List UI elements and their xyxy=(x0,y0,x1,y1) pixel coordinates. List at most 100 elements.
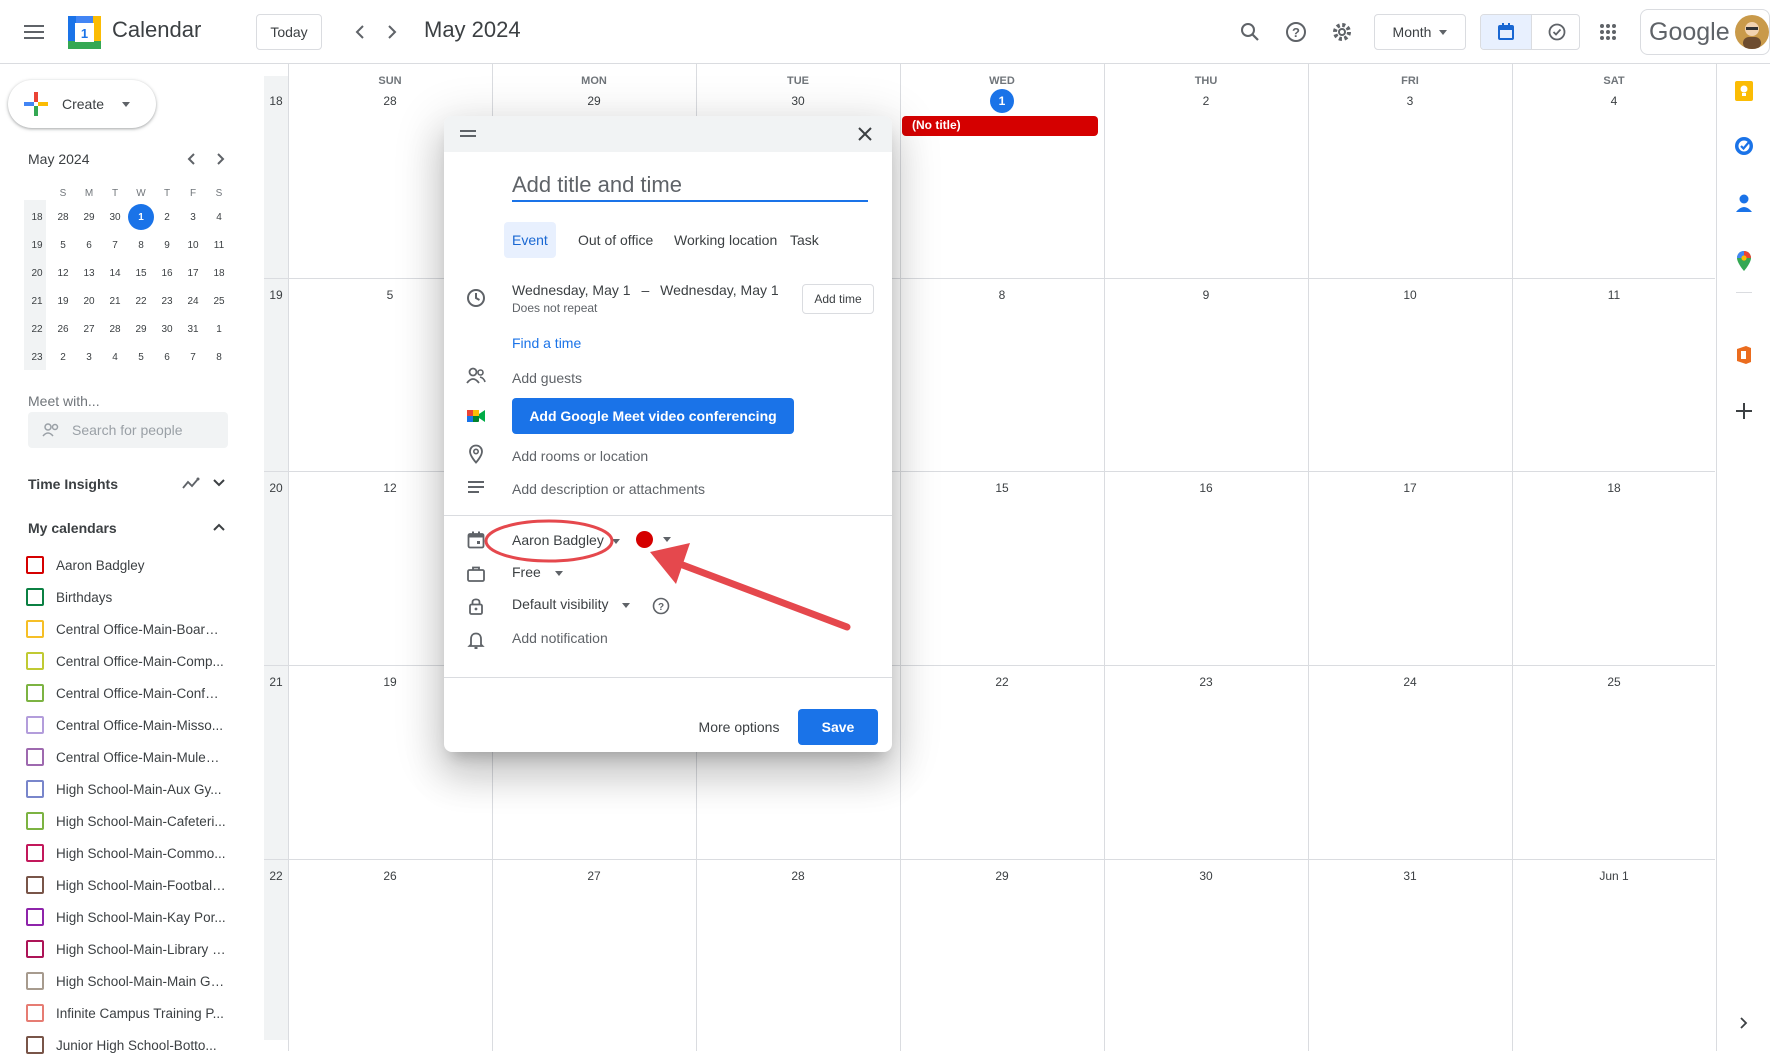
mini-day[interactable]: 3 xyxy=(180,204,206,230)
day-number[interactable]: 30 xyxy=(1104,869,1308,883)
save-button[interactable]: Save xyxy=(798,709,878,745)
help-icon[interactable]: ? xyxy=(1282,18,1310,46)
date-end[interactable]: Wednesday, May 1 xyxy=(660,282,779,298)
office-addon-icon[interactable] xyxy=(1733,344,1755,366)
prev-period-icon[interactable] xyxy=(346,18,374,46)
mini-day[interactable]: 28 xyxy=(102,316,128,342)
week-number[interactable]: 20 xyxy=(264,481,288,495)
mini-week-number[interactable]: 21 xyxy=(24,288,50,314)
calendar-checkbox[interactable] xyxy=(26,716,44,734)
day-number[interactable]: 18 xyxy=(1512,481,1716,495)
day-number-today[interactable]: 1 xyxy=(900,89,1104,113)
calendar-list-item[interactable]: High School-Main-Cafeteri... xyxy=(26,807,226,835)
title-input[interactable] xyxy=(512,170,868,202)
date-range[interactable]: Wednesday, May 1 – Wednesday, May 1 xyxy=(512,282,779,298)
event-chip[interactable]: (No title) xyxy=(902,116,1098,136)
calendar-list-item[interactable]: Birthdays xyxy=(26,583,226,611)
mini-day[interactable]: 2 xyxy=(50,344,76,370)
mini-day[interactable]: 17 xyxy=(180,260,206,286)
day-number[interactable]: 25 xyxy=(1512,675,1716,689)
next-period-icon[interactable] xyxy=(378,18,406,46)
calendar-owner-select[interactable]: Aaron Badgley xyxy=(512,532,620,548)
search-icon[interactable] xyxy=(1236,18,1264,46)
mini-day[interactable]: 18 xyxy=(206,260,232,286)
visibility-help-icon[interactable]: ? xyxy=(652,597,670,615)
mini-week-number[interactable]: 23 xyxy=(24,344,50,370)
calendar-list-item[interactable]: Central Office-Main-Comp... xyxy=(26,647,226,675)
tasks-view-icon[interactable] xyxy=(1531,15,1581,49)
week-number[interactable]: 18 xyxy=(264,94,288,108)
mini-day[interactable]: 4 xyxy=(102,344,128,370)
calendar-list-item[interactable]: Central Office-Main-Board ... xyxy=(26,615,226,643)
tab-task[interactable]: Task xyxy=(782,222,827,258)
day-number[interactable]: 3 xyxy=(1308,94,1512,108)
mini-prev-icon[interactable] xyxy=(180,148,202,170)
day-number[interactable]: 28 xyxy=(288,94,492,108)
view-select[interactable]: Month xyxy=(1374,14,1466,50)
calendar-logo-icon[interactable]: 1 xyxy=(68,16,101,49)
calendar-list-item[interactable]: High School-Main-Aux Gy... xyxy=(26,775,226,803)
day-number[interactable]: 23 xyxy=(1104,675,1308,689)
add-addon-plus-icon[interactable] xyxy=(1733,400,1755,422)
day-number[interactable]: 17 xyxy=(1308,481,1512,495)
day-number[interactable]: 24 xyxy=(1308,675,1512,689)
calendar-list-item[interactable]: Infinite Campus Training P... xyxy=(26,999,226,1027)
calendar-checkbox[interactable] xyxy=(26,940,44,958)
main-menu-icon[interactable] xyxy=(22,20,46,44)
mini-day[interactable]: 8 xyxy=(206,344,232,370)
mini-day[interactable]: 27 xyxy=(76,316,102,342)
add-description-field[interactable]: Add description or attachments xyxy=(512,481,705,497)
dialog-drag-bar[interactable] xyxy=(444,116,892,152)
mini-day[interactable]: 8 xyxy=(128,232,154,258)
mini-day[interactable]: 30 xyxy=(154,316,180,342)
mini-day[interactable]: 7 xyxy=(102,232,128,258)
mini-day[interactable]: 4 xyxy=(206,204,232,230)
my-calendars-label[interactable]: My calendars xyxy=(28,520,117,536)
day-number[interactable]: 8 xyxy=(900,288,1104,302)
add-time-button[interactable]: Add time xyxy=(802,284,874,314)
more-options-button[interactable]: More options xyxy=(690,709,788,745)
calendar-checkbox[interactable] xyxy=(26,1036,44,1054)
day-number[interactable]: 29 xyxy=(492,94,696,108)
mini-day[interactable]: 6 xyxy=(76,232,102,258)
day-number[interactable]: 26 xyxy=(288,869,492,883)
settings-gear-icon[interactable] xyxy=(1328,18,1356,46)
tab-event[interactable]: Event xyxy=(504,222,556,258)
week-number[interactable]: 21 xyxy=(264,675,288,689)
calendar-checkbox[interactable] xyxy=(26,1004,44,1022)
mini-day[interactable]: 26 xyxy=(50,316,76,342)
search-people-field[interactable]: Search for people xyxy=(28,412,228,448)
calendar-checkbox[interactable] xyxy=(26,972,44,990)
event-color-select[interactable] xyxy=(636,531,671,548)
mini-day[interactable]: 1 xyxy=(206,316,232,342)
contacts-icon[interactable] xyxy=(1733,192,1755,214)
mini-day[interactable]: 21 xyxy=(102,288,128,314)
calendar-list-item[interactable]: Central Office-Main-Misso... xyxy=(26,711,226,739)
google-meet-button[interactable]: Add Google Meet video conferencing xyxy=(512,398,794,434)
account-area[interactable]: Google xyxy=(1640,9,1770,55)
close-icon[interactable] xyxy=(858,127,872,141)
mini-day[interactable]: 10 xyxy=(180,232,206,258)
maps-icon[interactable] xyxy=(1733,250,1755,272)
add-notification-field[interactable]: Add notification xyxy=(512,630,608,646)
week-number[interactable]: 22 xyxy=(264,869,288,883)
day-number[interactable]: 11 xyxy=(1512,288,1716,302)
today-marker[interactable]: 1 xyxy=(990,89,1014,113)
mini-day[interactable]: 9 xyxy=(154,232,180,258)
day-number[interactable]: 29 xyxy=(900,869,1104,883)
mini-day[interactable]: 11 xyxy=(206,232,232,258)
calendar-list-item[interactable]: High School-Main-Commo... xyxy=(26,839,226,867)
mini-day[interactable]: 29 xyxy=(76,204,102,230)
mini-day[interactable]: 20 xyxy=(76,288,102,314)
calendar-view-icon[interactable] xyxy=(1481,15,1531,49)
create-button[interactable]: Create xyxy=(8,80,156,128)
mini-week-number[interactable]: 22 xyxy=(24,316,50,342)
mini-day[interactable]: 28 xyxy=(50,204,76,230)
calendar-checkbox[interactable] xyxy=(26,908,44,926)
mini-day[interactable]: 5 xyxy=(50,232,76,258)
calendar-checkbox[interactable] xyxy=(26,652,44,670)
day-number[interactable]: 31 xyxy=(1308,869,1512,883)
mini-next-icon[interactable] xyxy=(210,148,232,170)
calendar-checkbox[interactable] xyxy=(26,748,44,766)
today-button[interactable]: Today xyxy=(256,14,322,50)
